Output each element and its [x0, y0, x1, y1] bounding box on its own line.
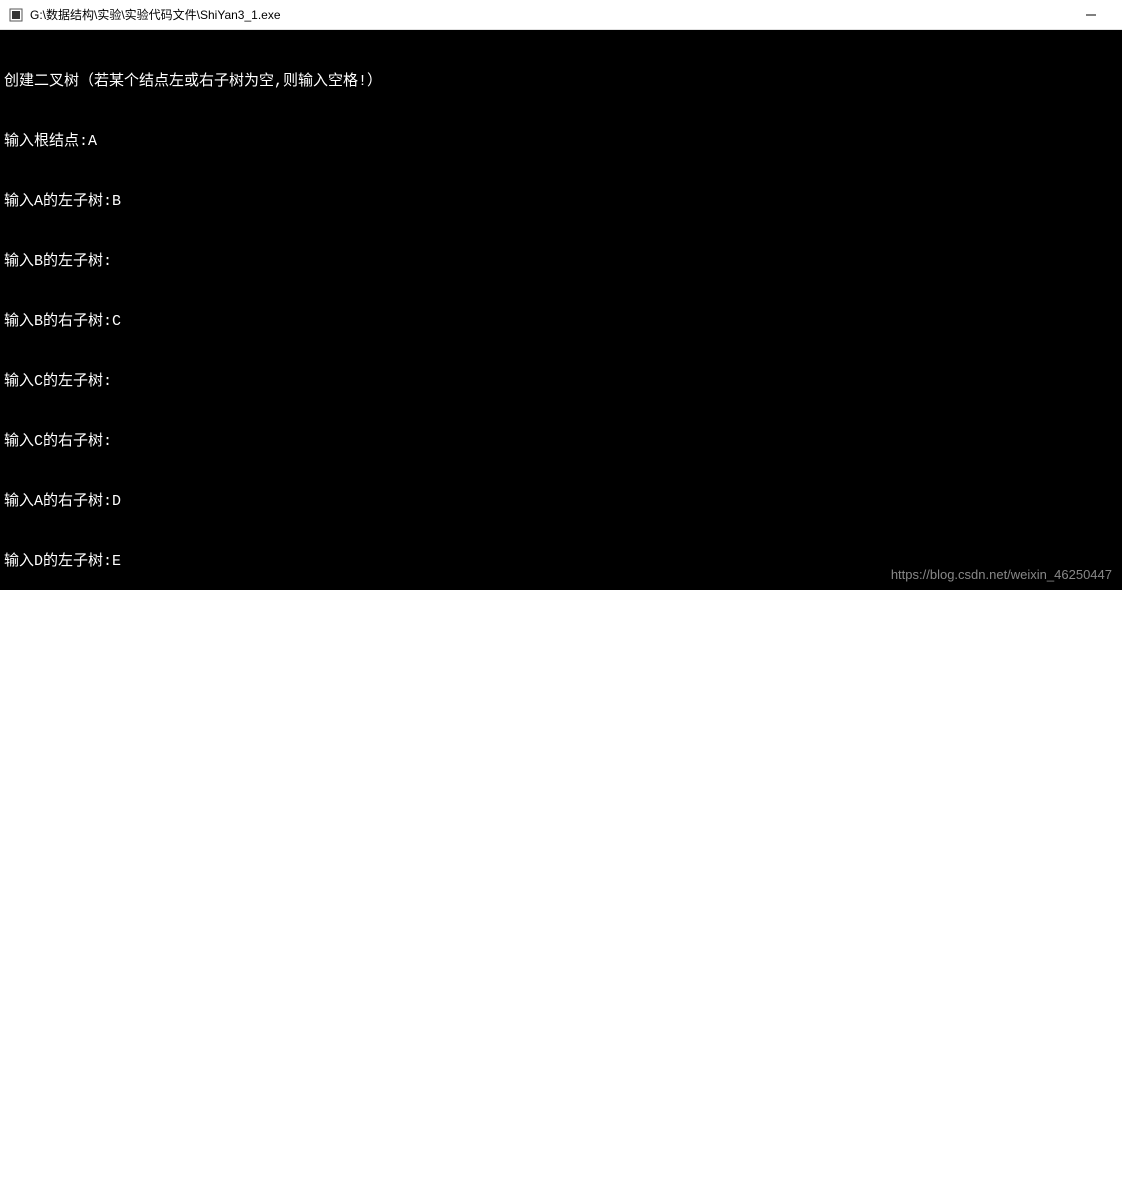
console-line: 输入A的左子树:B [4, 192, 1118, 212]
console-line: 输入B的右子树:C [4, 312, 1118, 332]
console-line: 先序遍历:ABCDEF [4, 952, 1118, 972]
console-line: 输入E的左子树: [4, 612, 1118, 632]
minimize-button[interactable] [1068, 0, 1114, 30]
console-line: 输入C的左子树: [4, 372, 1118, 392]
console-line: 输入B的左子树: [4, 252, 1118, 272]
console-line: 输入F的左子树: [4, 792, 1118, 812]
app-icon [8, 7, 24, 23]
console-line: 输入A的右子树:D [4, 492, 1118, 512]
watermark-text: https://blog.csdn.net/weixin_46250447 [891, 565, 1112, 585]
console-line: 中序遍历:BCAEDF [4, 1052, 1118, 1072]
console-line: 输入E的右子树: [4, 672, 1118, 692]
window-title: G:\数据结构\实验\实验代码文件\ShiYan3_1.exe [30, 6, 1068, 23]
title-bar: G:\数据结构\实验\实验代码文件\ShiYan3_1.exe [0, 0, 1122, 30]
console-line: 输入D的右子树:F [4, 732, 1118, 752]
console-line: 输入C的右子树: [4, 432, 1118, 452]
console-line: 输入F的右子树: [4, 852, 1118, 872]
console-line: 创建二叉树（若某个结点左或右子树为空,则输入空格!） [4, 72, 1118, 92]
console-line: 输入根结点:A [4, 132, 1118, 152]
console-output[interactable]: 创建二叉树（若某个结点左或右子树为空,则输入空格!） 输入根结点:A 输入A的左… [0, 30, 1122, 590]
window-controls [1068, 0, 1114, 30]
console-line: 后序遍历:CBEFDA [4, 1152, 1118, 1172]
